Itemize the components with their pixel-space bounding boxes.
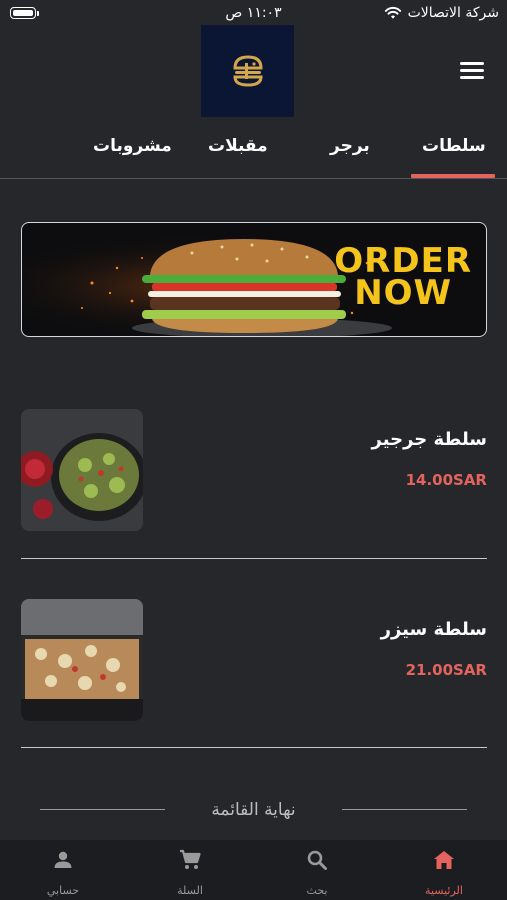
tabs-divider xyxy=(0,178,507,179)
order-now-banner[interactable]: ORDER NOW xyxy=(21,222,487,337)
person-icon xyxy=(54,851,72,868)
menu-item[interactable]: سلطة جرجير 14.00SAR xyxy=(21,409,487,531)
category-tabs: سلطات برجر مقبلات مشروبات xyxy=(0,128,507,178)
nav-account-label: حسابي xyxy=(46,884,80,897)
banner-text: ORDER NOW xyxy=(334,241,472,314)
nav-search-label: بحث xyxy=(306,884,328,897)
tab-salads[interactable]: سلطات xyxy=(422,136,486,156)
hamburger-menu-icon xyxy=(460,62,484,65)
burger-logo-icon xyxy=(232,55,263,87)
nav-home-label: الرئيسية xyxy=(425,884,463,897)
nav-cart-label: السلة xyxy=(177,884,203,897)
menu-item[interactable]: سلطة سيزر 21.00SAR xyxy=(21,599,487,721)
menu-button[interactable] xyxy=(460,62,484,80)
item-image xyxy=(21,409,143,531)
search-icon xyxy=(307,850,327,870)
restaurant-logo xyxy=(201,25,294,117)
nav-search[interactable]: بحث xyxy=(254,840,380,900)
end-of-list: نهاية القائمة xyxy=(40,800,467,820)
nav-home[interactable]: الرئيسية xyxy=(381,840,507,900)
home-icon xyxy=(434,851,454,869)
cart-icon xyxy=(180,849,201,869)
nav-cart[interactable]: السلة xyxy=(127,840,253,900)
item-name: سلطة جرجير xyxy=(371,429,487,450)
item-divider xyxy=(21,558,487,559)
carrier-name: شركة الاتصالات xyxy=(407,5,499,21)
carrier-info: شركة الاتصالات xyxy=(384,5,499,21)
tab-burger[interactable]: برجر xyxy=(330,136,370,156)
item-divider xyxy=(21,747,487,748)
nav-account[interactable]: حسابي xyxy=(0,840,126,900)
item-price: 14.00SAR xyxy=(405,471,487,489)
bottom-navigation: الرئيسية بحث السلة حسابي xyxy=(0,840,507,900)
wifi-icon xyxy=(384,6,401,19)
item-name: سلطة سيزر xyxy=(380,619,487,640)
item-price: 21.00SAR xyxy=(405,661,487,679)
tab-drinks[interactable]: مشروبات xyxy=(93,136,172,156)
status-bar: ١١:٠٣ ص شركة الاتصالات xyxy=(0,0,507,28)
end-of-list-text: نهاية القائمة xyxy=(211,800,296,820)
item-image xyxy=(21,599,143,721)
tab-appetizers[interactable]: مقبلات xyxy=(208,136,268,156)
